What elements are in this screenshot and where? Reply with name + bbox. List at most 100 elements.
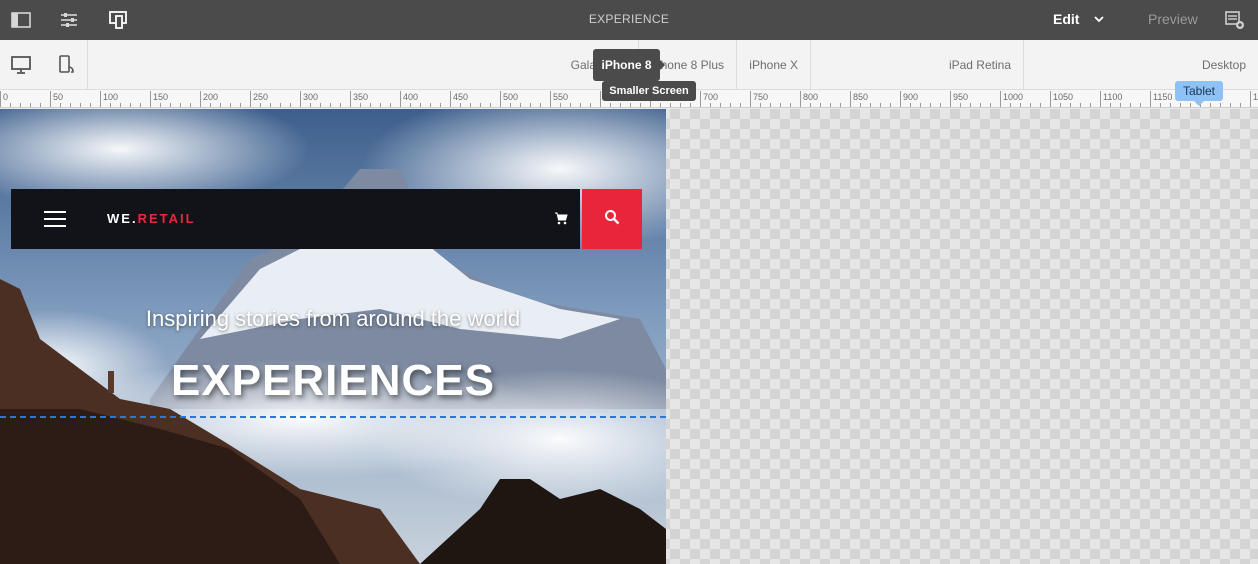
search-icon: [604, 209, 620, 230]
ruler-tick: [600, 91, 601, 107]
ruler-tick: [1010, 103, 1011, 107]
ruler-tick: [50, 91, 51, 107]
chevron-down-icon[interactable]: [1093, 12, 1105, 30]
ruler-tick: [160, 103, 161, 107]
ruler-tick: [1050, 91, 1051, 107]
ruler-tick: [350, 91, 351, 107]
device-iphone-8-selected[interactable]: iPhone 8: [593, 49, 660, 81]
ruler-tick: [340, 103, 341, 107]
ruler-tick: [680, 103, 681, 107]
editor-topbar: EXPERIENCE Edit Preview: [0, 0, 1258, 40]
search-button[interactable]: [582, 189, 642, 249]
ruler-label: 1000: [1003, 92, 1024, 102]
ruler-tick: [80, 103, 81, 107]
device-iphone-x[interactable]: iPhone X: [737, 40, 811, 90]
ruler-tick: [380, 103, 381, 107]
ruler-tick: [1240, 103, 1241, 107]
ruler-tick: [130, 103, 131, 107]
side-panel-icon[interactable]: [11, 10, 31, 30]
ruler-tick: [660, 103, 661, 107]
cart-icon[interactable]: [554, 211, 568, 230]
ruler-tick: [180, 103, 181, 107]
preview-button[interactable]: Preview: [1148, 11, 1198, 27]
ruler-tick: [400, 91, 401, 107]
ruler-tick: [500, 91, 501, 107]
ruler-tick: [460, 103, 461, 107]
ruler-tick: [1060, 103, 1061, 107]
ruler-tick: [670, 103, 671, 107]
ruler-label: 0: [3, 92, 9, 102]
ruler-tick: [0, 91, 1, 107]
ruler-tick: [450, 91, 451, 107]
ruler-tick: [1120, 103, 1121, 107]
ruler-label: 50: [53, 92, 64, 102]
ruler-tick: [110, 103, 111, 107]
hero-image: [0, 109, 666, 564]
ruler-tick: [540, 103, 541, 107]
ruler-tick: [1130, 103, 1131, 107]
properties-icon[interactable]: [59, 10, 79, 30]
annotations-icon[interactable]: [1225, 10, 1245, 35]
brand-logo[interactable]: WE.RETAIL: [107, 211, 196, 226]
ruler-label: 1100: [1103, 92, 1123, 102]
ruler-tick: [210, 103, 211, 107]
ruler-tick: [720, 103, 721, 107]
breakpoint-tablet[interactable]: Tablet: [1175, 81, 1223, 101]
emulated-page: WE.RETAIL Inspiring stories from around …: [0, 109, 666, 564]
ruler-tick: [590, 103, 591, 107]
ruler-tick: [250, 91, 251, 107]
ruler-tick: [120, 103, 121, 107]
ruler-tick: [1160, 103, 1161, 107]
ruler-tick: [1030, 103, 1031, 107]
ruler-tick: [1190, 103, 1191, 107]
ruler-tick: [30, 103, 31, 107]
mode-selector-label[interactable]: Edit: [1053, 11, 1079, 27]
ruler-label: 900: [903, 92, 919, 102]
ruler-tick: [10, 103, 11, 107]
ruler-label: 850: [853, 92, 869, 102]
ruler-tick: [320, 103, 321, 107]
ruler-tick: [1020, 103, 1021, 107]
ruler-tick: [1150, 91, 1151, 107]
ruler-tick: [1100, 91, 1101, 107]
ruler-tick: [390, 103, 391, 107]
brand-prefix: WE.: [107, 211, 138, 226]
ruler-tick: [190, 103, 191, 107]
ruler-tick: [270, 103, 271, 107]
device-ipad-retina[interactable]: iPad Retina: [811, 40, 1024, 90]
ruler-label: 550: [553, 92, 569, 102]
ruler-tick: [100, 91, 101, 107]
ruler-tick: [1230, 103, 1231, 107]
emulator-controls: [0, 40, 88, 90]
ruler-tick: [520, 103, 521, 107]
ruler-tick: [760, 103, 761, 107]
ruler-label: 150: [153, 92, 169, 102]
desktop-icon[interactable]: [10, 54, 32, 76]
ruler-tick: [420, 103, 421, 107]
ruler-tick: [920, 103, 921, 107]
ruler-tick: [220, 103, 221, 107]
menu-icon[interactable]: [44, 211, 66, 227]
rotate-device-icon[interactable]: [55, 54, 77, 76]
hero-headline: EXPERIENCES: [171, 356, 495, 405]
ruler-tick: [840, 103, 841, 107]
ruler-tick: [1250, 91, 1251, 107]
ruler-tick: [1180, 103, 1181, 107]
emulator-icon[interactable]: [108, 10, 128, 30]
ruler-tick: [950, 91, 951, 107]
edit-guide-line: [0, 416, 666, 418]
ruler-tick: [870, 103, 871, 107]
ruler-tick: [700, 91, 701, 107]
ruler-tick: [980, 103, 981, 107]
ruler-tick: [310, 103, 311, 107]
ruler-tick: [280, 103, 281, 107]
ruler-tick: [1210, 103, 1211, 107]
ruler-tick: [410, 103, 411, 107]
ruler-tick: [710, 103, 711, 107]
ruler-tick: [260, 103, 261, 107]
ruler-label: 400: [403, 92, 419, 102]
ruler-label: 1050: [1053, 92, 1074, 102]
ruler-label: 100: [103, 92, 119, 102]
site-header: WE.RETAIL: [11, 189, 580, 249]
ruler-tick: [1090, 103, 1091, 107]
